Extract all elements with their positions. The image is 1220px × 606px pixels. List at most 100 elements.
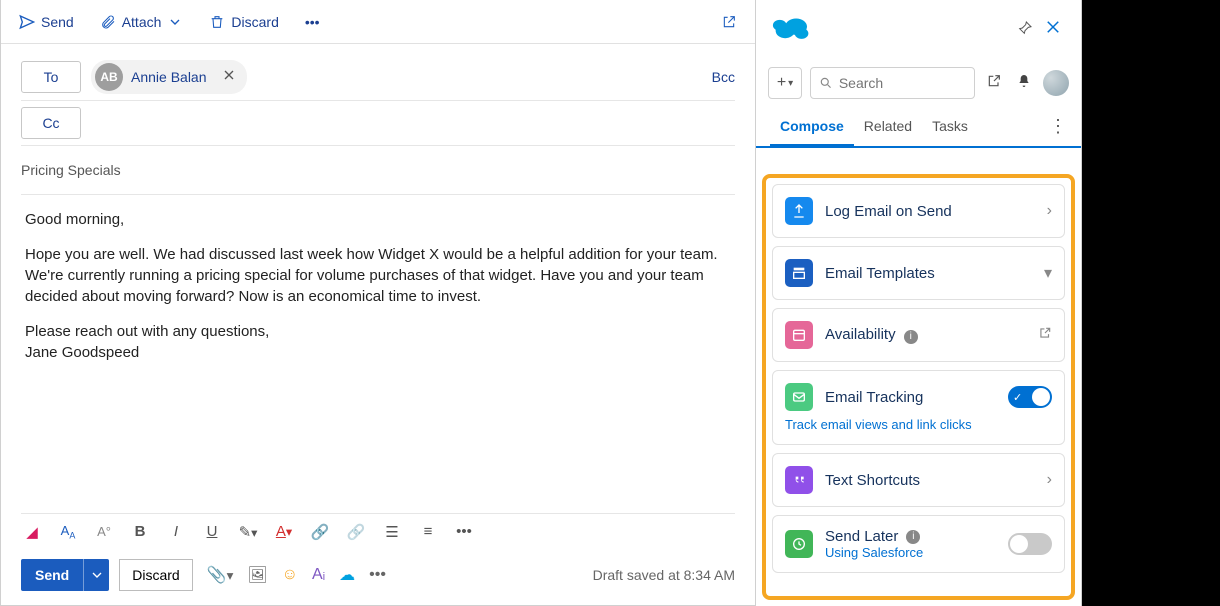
- insert-image-icon[interactable]: 🖼: [247, 565, 267, 585]
- close-icon: [1044, 18, 1062, 36]
- remove-recipient-button[interactable]: [221, 67, 237, 88]
- info-icon: i: [906, 530, 920, 544]
- avatar: AB: [95, 63, 123, 91]
- salesforce-addin-icon[interactable]: ☁: [339, 565, 355, 585]
- tabs-overflow-button[interactable]: ⋮: [1049, 116, 1067, 137]
- font-color-button[interactable]: A▾: [273, 523, 295, 540]
- clock-icon: [785, 530, 813, 558]
- plus-icon: +: [777, 74, 786, 92]
- open-external-icon[interactable]: [1038, 326, 1052, 345]
- close-panel-button[interactable]: [1039, 18, 1067, 42]
- send-options-button[interactable]: [83, 559, 109, 591]
- send-top-button[interactable]: Send: [11, 10, 82, 34]
- attach-file-icon[interactable]: 📎▾: [207, 565, 234, 585]
- attach-label: Attach: [122, 14, 162, 30]
- log-email-label: Log Email on Send: [825, 203, 1035, 220]
- link-button[interactable]: 🔗: [309, 523, 331, 541]
- font-size-button[interactable]: A°: [93, 524, 115, 539]
- insert-emoji-icon[interactable]: ☺: [282, 566, 298, 584]
- body-paragraph: Hope you are well. We had discussed last…: [25, 244, 731, 307]
- tab-compose[interactable]: Compose: [770, 107, 854, 147]
- caret-down-icon: ▾: [788, 78, 793, 89]
- accessibility-icon[interactable]: Aᵢ: [312, 566, 325, 584]
- bcc-button[interactable]: Bcc: [712, 69, 735, 85]
- email-tracking-card: Email Tracking ✓ Track email views and l…: [772, 370, 1065, 445]
- tab-related[interactable]: Related: [854, 106, 922, 146]
- astro-avatar[interactable]: [1043, 70, 1069, 96]
- notifications-button[interactable]: [1013, 73, 1035, 94]
- more-format-button[interactable]: •••: [453, 523, 475, 540]
- new-record-button[interactable]: +▾: [768, 67, 802, 99]
- more-top-button[interactable]: •••: [297, 10, 328, 34]
- bullet-list-button[interactable]: ☰: [381, 523, 403, 541]
- discard-top-button[interactable]: Discard: [201, 10, 286, 34]
- italic-button[interactable]: I: [165, 523, 187, 540]
- send-top-label: Send: [41, 14, 74, 30]
- popout-icon: [721, 14, 737, 30]
- highlight-icon[interactable]: ◢: [21, 523, 43, 541]
- send-later-label: Send Later i: [825, 528, 996, 545]
- to-row: To AB Annie Balan Bcc: [21, 54, 735, 101]
- send-button[interactable]: Send: [21, 559, 83, 591]
- open-external-button[interactable]: [983, 73, 1005, 94]
- chevron-down-icon: [89, 567, 105, 583]
- search-input[interactable]: [839, 75, 966, 91]
- bold-button[interactable]: B: [129, 523, 151, 540]
- subject-input[interactable]: [21, 152, 735, 188]
- shortcuts-label: Text Shortcuts: [825, 472, 1035, 489]
- underline-button[interactable]: U: [201, 523, 223, 540]
- info-icon: i: [904, 330, 918, 344]
- email-body[interactable]: Good morning, Hope you are well. We had …: [21, 195, 735, 495]
- empty-region: [1082, 0, 1220, 606]
- to-button[interactable]: To: [21, 61, 81, 93]
- cc-button[interactable]: Cc: [21, 107, 81, 139]
- pin-button[interactable]: [1011, 20, 1039, 41]
- tracking-toggle[interactable]: ✓: [1008, 386, 1052, 408]
- log-email-card[interactable]: Log Email on Send ›: [772, 184, 1065, 238]
- font-family-button[interactable]: AA: [57, 523, 79, 541]
- trash-icon: [209, 14, 225, 30]
- paperclip-icon: [100, 14, 116, 30]
- tracking-label: Email Tracking: [825, 389, 996, 406]
- text-shortcuts-card[interactable]: Text Shortcuts ›: [772, 453, 1065, 507]
- upload-icon: [785, 197, 813, 225]
- kebab-icon: ⋮: [1049, 116, 1067, 136]
- search-icon: [819, 75, 833, 91]
- close-icon: [221, 67, 237, 83]
- caret-down-icon: ▾: [1044, 263, 1052, 283]
- header-fields: To AB Annie Balan Bcc Cc: [1, 44, 755, 195]
- recipient-name: Annie Balan: [131, 69, 207, 85]
- recipient-chip[interactable]: AB Annie Balan: [91, 60, 247, 94]
- tab-tasks[interactable]: Tasks: [922, 106, 978, 146]
- text-highlight-button[interactable]: ✎▾: [237, 523, 259, 541]
- send-icon: [19, 14, 35, 30]
- compose-cards: Log Email on Send › Email Templates ▾ Av…: [762, 174, 1075, 600]
- format-toolbar: ◢ AA A° B I U ✎▾ A▾ 🔗 🔗 ☰ ≡ •••: [21, 513, 735, 549]
- body-closing: Please reach out with any questions,: [25, 321, 731, 342]
- email-templates-card[interactable]: Email Templates ▾: [772, 246, 1065, 300]
- bell-icon: [1016, 73, 1032, 89]
- ellipsis-icon: •••: [305, 14, 320, 30]
- tracking-icon: [785, 383, 813, 411]
- attach-button[interactable]: Attach: [92, 10, 192, 34]
- subject-row: [21, 146, 735, 195]
- search-box[interactable]: [810, 67, 975, 99]
- templates-label: Email Templates: [825, 265, 1032, 282]
- action-bar: Send Discard 📎▾ 🖼 ☺ Aᵢ ☁ ••• Draft saved…: [21, 555, 735, 595]
- discard-button[interactable]: Discard: [119, 559, 192, 591]
- salesforce-panel: +▾ Compose Related Tasks ⋮ Log Email on …: [756, 0, 1082, 606]
- send-later-card: Send Later i Using Salesforce: [772, 515, 1065, 573]
- number-list-button[interactable]: ≡: [417, 523, 439, 540]
- pin-icon: [1017, 20, 1033, 36]
- body-signature: Jane Goodspeed: [25, 342, 731, 363]
- send-later-toggle[interactable]: [1008, 533, 1052, 555]
- popout-button[interactable]: [713, 10, 745, 34]
- availability-card[interactable]: Availability i: [772, 308, 1065, 362]
- unlink-button[interactable]: 🔗: [345, 523, 367, 541]
- more-actions-button[interactable]: •••: [369, 566, 386, 584]
- calendar-icon: [785, 321, 813, 349]
- insert-icons: 📎▾ 🖼 ☺ Aᵢ ☁ •••: [207, 565, 386, 585]
- panel-tabs: Compose Related Tasks ⋮: [756, 106, 1081, 148]
- template-icon: [785, 259, 813, 287]
- chevron-right-icon: ›: [1047, 471, 1052, 489]
